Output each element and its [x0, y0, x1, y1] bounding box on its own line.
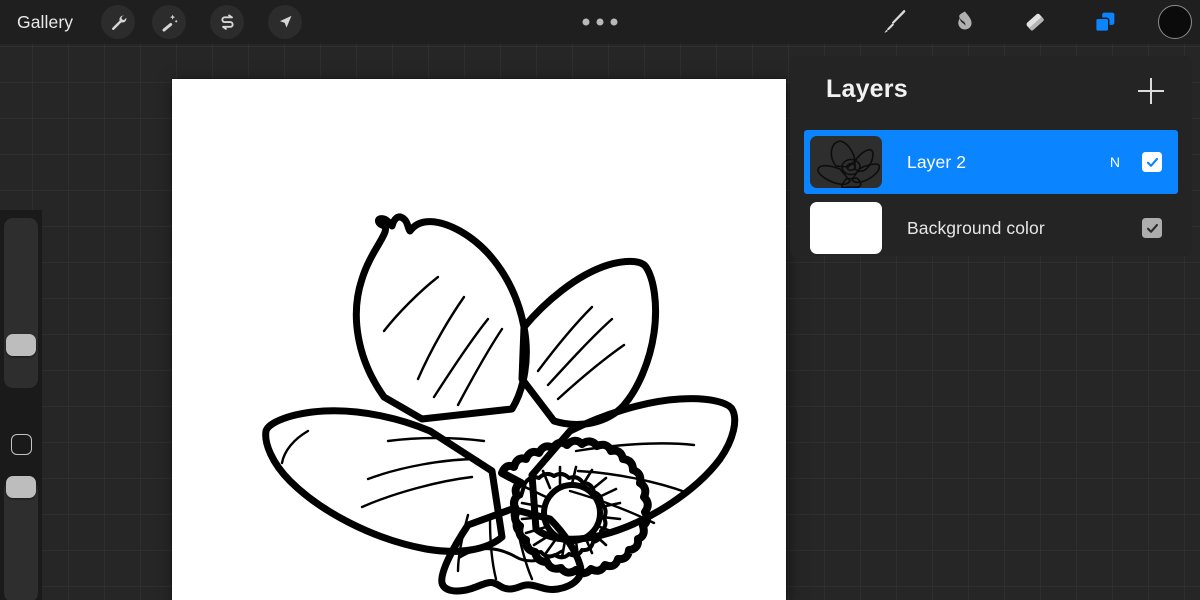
app-workspace: Layers Layer 2 N Background color Galler…	[0, 0, 1200, 600]
layers-icon[interactable]	[1082, 0, 1128, 44]
dot	[582, 18, 590, 26]
gallery-button[interactable]: Gallery	[17, 0, 73, 44]
layer-visibility-checkbox[interactable]	[1142, 218, 1162, 238]
layers-panel-header: Layers	[790, 56, 1192, 118]
drawing-canvas[interactable]	[172, 79, 786, 600]
brush-size-slider[interactable]	[4, 218, 38, 388]
brush-opacity-slider-knob[interactable]	[6, 476, 36, 498]
layer-visibility-checkbox[interactable]	[1142, 152, 1162, 172]
square-icon[interactable]	[11, 434, 32, 455]
brush-opacity-slider[interactable]	[4, 480, 38, 600]
layer-thumbnail[interactable]	[810, 136, 882, 188]
dot	[596, 18, 604, 26]
layer-row[interactable]: Layer 2 N	[804, 130, 1178, 194]
gallery-button-label: Gallery	[17, 11, 74, 32]
layers-panel: Layers Layer 2 N Background color	[790, 56, 1192, 256]
more-options-icon[interactable]	[582, 18, 618, 26]
layers-panel-title: Layers	[826, 75, 908, 103]
adjustments-wand-icon[interactable]	[152, 5, 186, 39]
smudge-icon[interactable]	[942, 0, 988, 44]
actions-wrench-icon[interactable]	[101, 5, 135, 39]
dot	[610, 18, 618, 26]
layer-name: Background color	[907, 217, 1045, 238]
selection-icon[interactable]	[210, 5, 244, 39]
brush-size-slider-knob[interactable]	[6, 334, 36, 356]
plus-icon[interactable]	[1138, 78, 1164, 104]
flower-artwork	[262, 213, 739, 595]
top-toolbar: Gallery	[0, 0, 1200, 44]
paint-brush-icon[interactable]	[872, 0, 918, 44]
layer-name: Layer 2	[907, 151, 967, 172]
eraser-icon[interactable]	[1012, 0, 1058, 44]
transform-arrow-icon[interactable]	[268, 5, 302, 39]
color-swatch-button[interactable]	[1158, 5, 1192, 39]
brush-sidebar	[0, 210, 42, 600]
layer-thumbnail[interactable]	[810, 202, 882, 254]
layer-blend-mode[interactable]: N	[1110, 154, 1120, 170]
layer-row[interactable]: Background color	[804, 196, 1178, 260]
